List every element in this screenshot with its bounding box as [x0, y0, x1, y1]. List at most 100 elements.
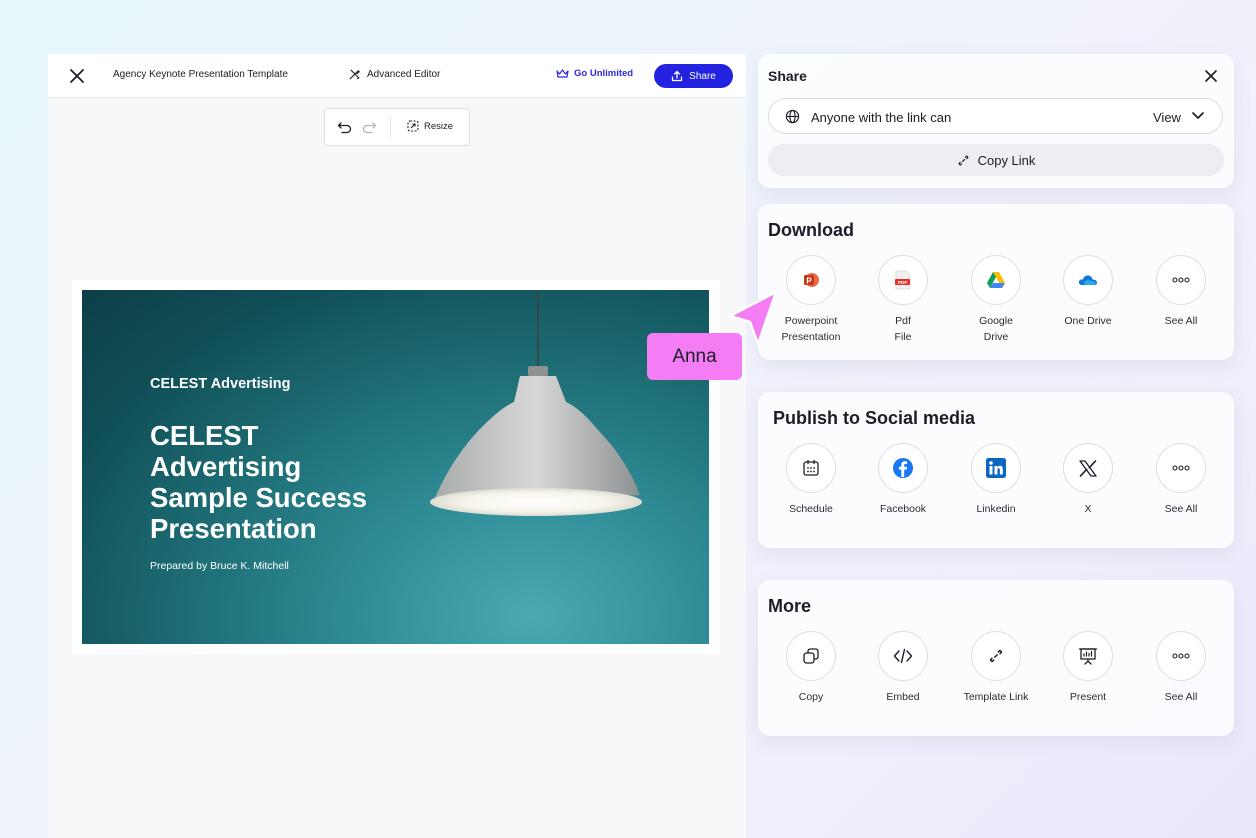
option-label: Pdf File: [858, 313, 948, 345]
toolbar-divider: [390, 117, 391, 137]
tools-icon: [349, 69, 360, 80]
link-access-value: View: [1153, 110, 1181, 125]
link-icon: [958, 154, 969, 166]
more-template-link[interactable]: Template Link: [951, 631, 1041, 705]
option-circle: [878, 443, 928, 493]
option-label: Template Link: [963, 691, 1029, 703]
option-label: X: [1084, 503, 1092, 515]
share-panel: Share Anyone with the link can View Copy…: [758, 54, 1234, 188]
option-label-line: Google: [979, 315, 1013, 327]
option-label: Facebook: [879, 503, 927, 515]
google-drive-icon: [987, 272, 1005, 288]
slide-title-line: Sample Success: [150, 482, 368, 513]
slide-title-line: Advertising: [150, 451, 302, 482]
download-see-all[interactable]: See All: [1136, 255, 1226, 329]
onedrive-icon: [1078, 275, 1097, 286]
more-present[interactable]: Present: [1043, 631, 1133, 705]
resize-label: Resize: [424, 120, 454, 132]
option-label: Embed: [886, 691, 920, 703]
copy-link-button[interactable]: Copy Link: [768, 144, 1224, 176]
option-label-line: Pdf: [895, 315, 911, 327]
option-label: Copy: [798, 691, 824, 703]
more-see-all[interactable]: See All: [1136, 631, 1226, 705]
crown-icon: [556, 69, 569, 78]
share-panel-title: Share: [768, 68, 807, 84]
linkedin-icon: [986, 458, 1006, 478]
facebook-icon: [893, 458, 913, 478]
option-circle: PDF: [878, 255, 928, 305]
slide-title-line: Presentation: [150, 513, 317, 544]
more-icon: [1172, 653, 1190, 659]
option-circle: [786, 443, 836, 493]
chevron-down-icon: [1192, 112, 1204, 119]
svg-text:PDF: PDF: [898, 280, 908, 286]
slide-canvas[interactable]: CELEST Advertising CELEST Advertising Sa…: [82, 290, 709, 644]
go-unlimited-label: Go Unlimited: [574, 68, 634, 79]
close-icon[interactable]: [68, 67, 86, 85]
x-icon: [1079, 459, 1097, 477]
option-label-line: Drive: [983, 331, 1009, 343]
social-linkedin[interactable]: Linkedin: [951, 443, 1041, 517]
more-copy[interactable]: Copy: [766, 631, 856, 705]
powerpoint-icon: P: [804, 273, 819, 287]
resize-button[interactable]: Resize: [407, 120, 453, 132]
slide-title: CELEST Advertising Sample Success Presen…: [150, 420, 450, 544]
option-circle: [1156, 631, 1206, 681]
option-label: Linkedin: [976, 503, 1016, 515]
option-label: See All: [1164, 691, 1198, 703]
upload-icon: [672, 70, 683, 82]
embed-icon: [893, 648, 913, 664]
link-access-text: Anyone with the link can: [811, 110, 952, 125]
download-panel: Download P Powerpoint Presentation PDF P…: [758, 204, 1234, 360]
canvas-toolbar: Resize: [324, 108, 470, 146]
option-circle: [878, 631, 928, 681]
download-pdf[interactable]: PDF Pdf File: [858, 255, 948, 345]
download-google-drive[interactable]: Google Drive: [951, 255, 1041, 345]
go-unlimited-button[interactable]: Go Unlimited: [556, 68, 633, 79]
more-icon: [1172, 465, 1190, 471]
close-icon[interactable]: [1204, 69, 1218, 83]
present-icon: [1078, 648, 1098, 665]
option-circle: [971, 443, 1021, 493]
option-circle: [786, 631, 836, 681]
slide-brand: CELEST Advertising: [150, 376, 291, 392]
editor-topbar: Agency Keynote Presentation Template Adv…: [48, 54, 746, 98]
social-x[interactable]: X: [1043, 443, 1133, 517]
slide-title-line: CELEST: [150, 420, 259, 451]
social-see-all[interactable]: See All: [1136, 443, 1226, 517]
advanced-editor-button[interactable]: Advanced Editor: [348, 68, 440, 81]
more-panel-title: More: [768, 596, 812, 616]
social-facebook[interactable]: Facebook: [858, 443, 948, 517]
more-panel: More Copy Embed Template Link Present Se…: [758, 580, 1234, 736]
option-label: Schedule: [789, 503, 833, 515]
document-title: Agency Keynote Presentation Template: [113, 69, 288, 80]
option-label: Present: [1069, 691, 1107, 703]
pdf-icon: PDF: [895, 270, 911, 290]
redo-icon[interactable]: [362, 121, 377, 134]
lamp-image: [430, 290, 642, 516]
more-embed[interactable]: Embed: [858, 631, 948, 705]
calendar-icon: [803, 459, 819, 476]
link-access-dropdown[interactable]: Anyone with the link can View: [768, 98, 1223, 134]
option-circle: [971, 255, 1021, 305]
option-label: See All: [1136, 313, 1226, 329]
social-schedule[interactable]: Schedule: [766, 443, 856, 517]
option-circle: [1156, 443, 1206, 493]
option-circle: [1063, 631, 1113, 681]
option-circle: P: [786, 255, 836, 305]
resize-icon: [407, 120, 419, 132]
option-label-line: One Drive: [1064, 315, 1112, 327]
option-label-line: See All: [1164, 315, 1198, 327]
share-button[interactable]: Share: [654, 64, 733, 88]
option-label: See All: [1164, 503, 1198, 515]
advanced-editor-label: Advanced Editor: [367, 69, 441, 80]
more-icon: [1172, 277, 1190, 283]
download-onedrive[interactable]: One Drive: [1043, 255, 1133, 329]
option-label: Google Drive: [951, 313, 1041, 345]
option-circle: [1063, 443, 1113, 493]
option-label: One Drive: [1043, 313, 1133, 329]
undo-icon[interactable]: [337, 121, 352, 134]
copy-link-label: Copy Link: [977, 152, 1036, 168]
copy-icon: [803, 648, 819, 664]
share-button-label: Share: [689, 70, 716, 82]
